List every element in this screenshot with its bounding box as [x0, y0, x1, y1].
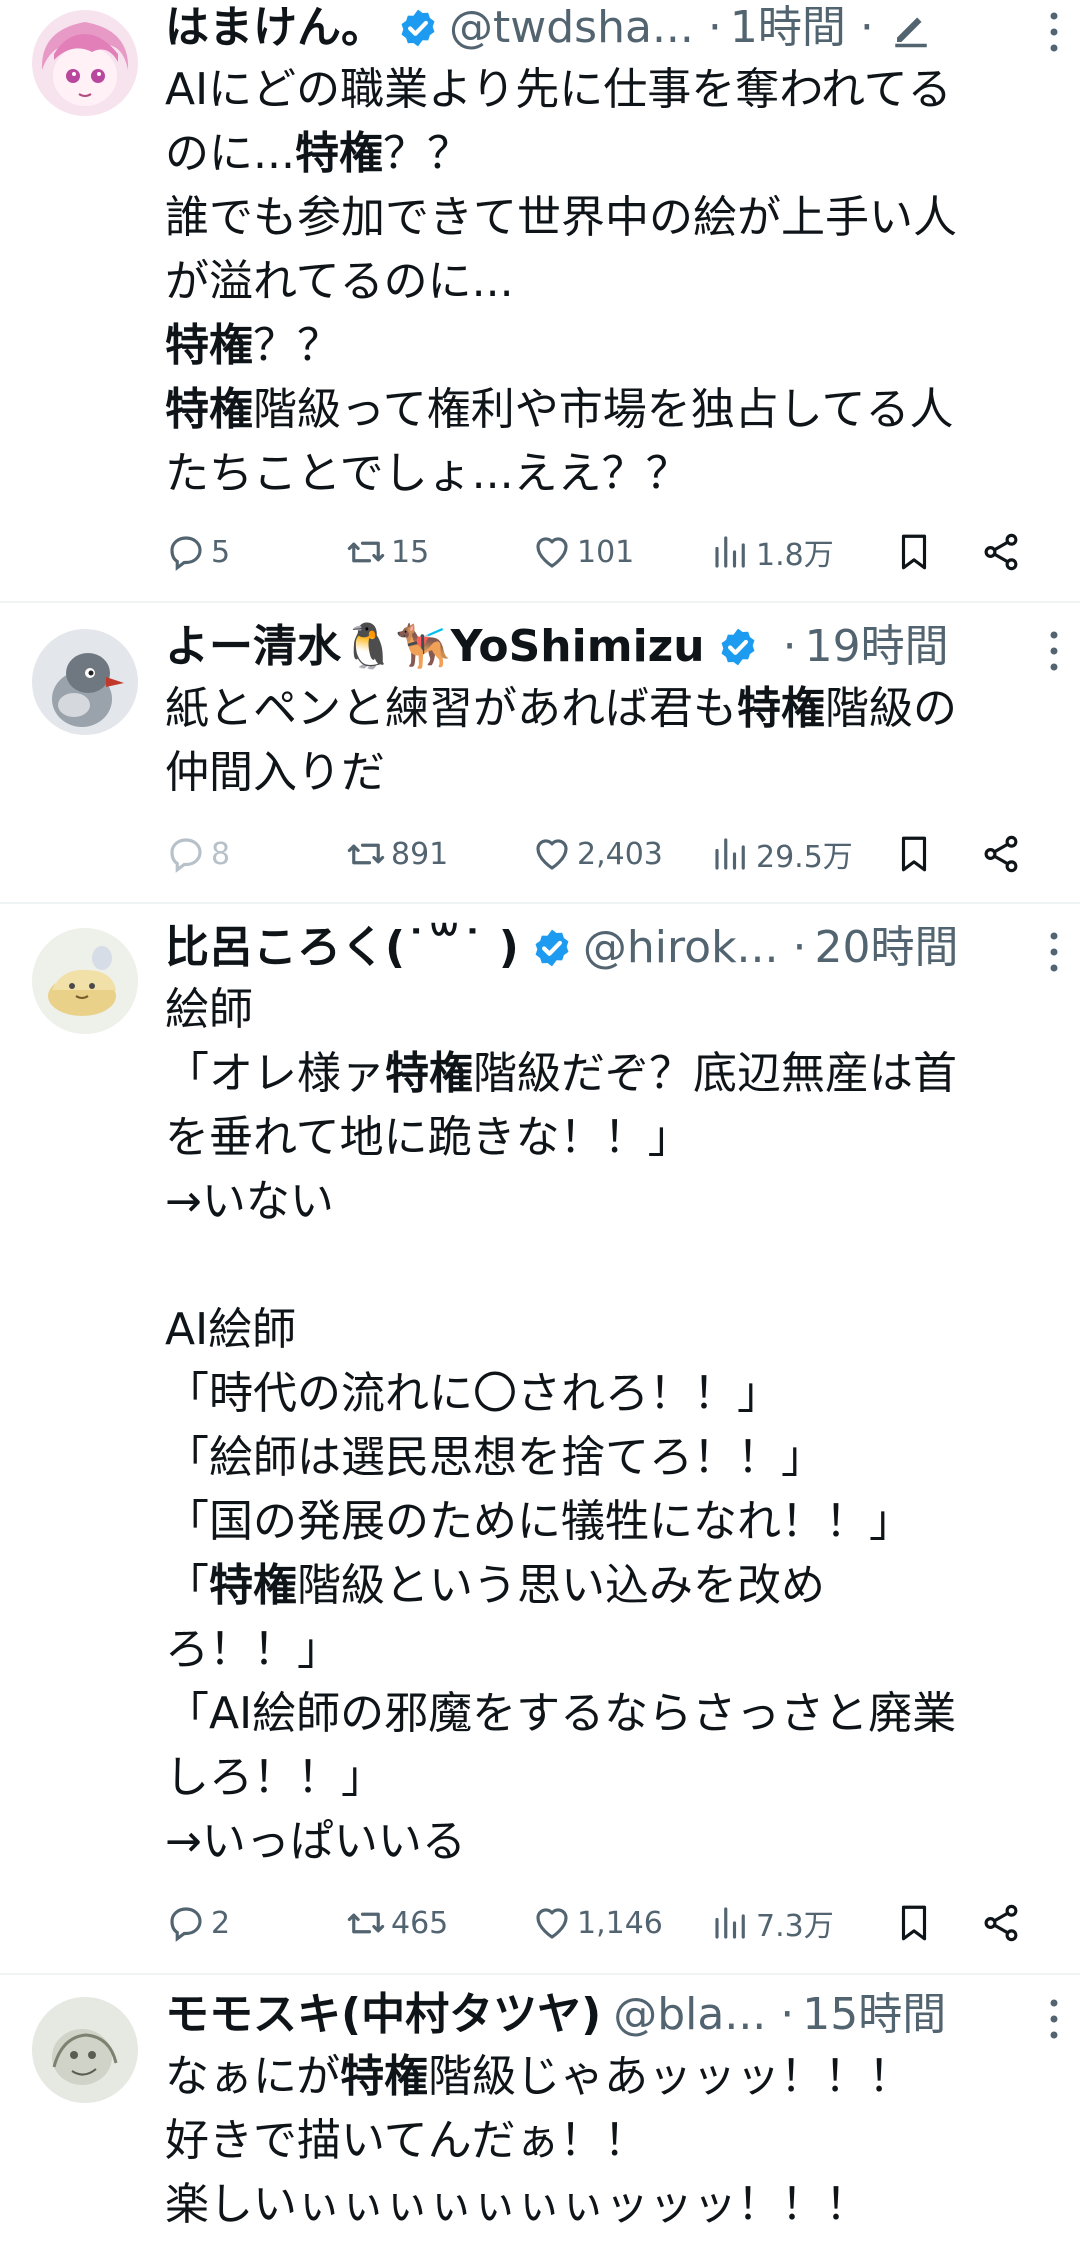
share-icon	[984, 533, 1018, 571]
separator-dot: ·	[780, 1989, 795, 2040]
retweet-icon	[347, 1912, 385, 1934]
views-button[interactable]: 29.5万	[710, 824, 853, 884]
heart-icon	[536, 1908, 568, 1939]
bookmark-button[interactable]	[893, 522, 935, 582]
tweet-text: 絵師 「オレ様ァ特権階級だぞ？底辺無産は首 を垂れて地に跪きな！！」 →いない …	[165, 984, 957, 1867]
timestamp[interactable]: 15時間	[802, 1987, 946, 2043]
retweet-count: 15	[391, 534, 430, 570]
like-button[interactable]: 101	[531, 522, 634, 582]
display-name[interactable]: 比呂ころく(˙꒳˙ )	[165, 920, 519, 976]
tweet-header: はまけん。 @twdsha... · 1時間 ·	[165, 0, 1054, 56]
avatar[interactable]	[32, 10, 138, 116]
view-count: 29.5万	[756, 840, 853, 875]
like-button[interactable]: 1,146	[531, 1893, 663, 1953]
bookmark-button[interactable]	[893, 1893, 935, 1953]
action-bar: 8 891 2,403 29.5万	[165, 824, 1035, 884]
timestamp[interactable]: 19時間	[805, 619, 949, 675]
action-bar: 5 15 101 1.8万	[165, 522, 1035, 582]
more-options-icon[interactable]	[1046, 930, 1062, 974]
tweet-text: 紙とペンと練習があれば君も特権階級の 仲間入りだ	[165, 683, 957, 798]
tweet[interactable]: モモスキ(中村タツヤ) @bla... · 15時間 なぁにが特権階級じゃあッッ…	[0, 1975, 1080, 2243]
retweet-icon	[347, 541, 385, 563]
view-count: 7.3万	[756, 1909, 834, 1944]
reply-icon	[170, 838, 202, 873]
view-count: 1.8万	[756, 538, 834, 573]
share-button[interactable]	[980, 1893, 1022, 1953]
bookmark-icon	[901, 1905, 927, 1941]
tweet-header: 比呂ころく(˙꒳˙ ) @hirok... · 20時間	[165, 920, 1054, 976]
reply-count: 8	[211, 836, 231, 872]
heart-icon	[536, 839, 568, 870]
tweet[interactable]: 比呂ころく(˙꒳˙ ) @hirok... · 20時間 絵師 「オレ様ァ特権階…	[0, 904, 1080, 1975]
more-options-icon[interactable]	[1046, 629, 1062, 673]
retweet-button[interactable]: 465	[345, 1893, 448, 1953]
reply-button[interactable]: 5	[165, 522, 230, 582]
separator-dot: ·	[792, 922, 807, 973]
retweet-button[interactable]: 15	[345, 522, 429, 582]
verified-badge-icon	[401, 9, 435, 47]
tweet-text: なぁにが特権階級じゃあッッッ！！！ 好きで描いてんだぁ！！ 楽しいぃぃぃぃぃぃぃ…	[165, 2051, 913, 2230]
timestamp[interactable]: 20時間	[815, 920, 959, 976]
reply-count: 2	[211, 1905, 231, 1941]
bookmark-button[interactable]	[893, 824, 935, 884]
heart-icon	[536, 537, 568, 568]
separator-dot: ·	[782, 621, 797, 672]
timestamp[interactable]: 1時間	[730, 0, 846, 56]
tweet-text: AIにどの職業より先に仕事を奪われてる のに...特権？？ 誰でも参加できて世界…	[165, 64, 957, 499]
views-chart-icon	[715, 1907, 745, 1939]
edited-pencil-icon[interactable]	[890, 7, 932, 49]
verified-badge-icon	[535, 929, 569, 967]
separator-dot: ·	[859, 2, 874, 53]
verified-badge-icon	[721, 628, 755, 666]
retweet-button[interactable]: 891	[345, 824, 448, 884]
like-count: 2,403	[577, 836, 663, 872]
avatar[interactable]	[32, 1997, 138, 2103]
handle[interactable]: @twdsha...	[449, 0, 694, 56]
share-button[interactable]	[980, 522, 1022, 582]
like-count: 101	[577, 534, 635, 570]
timeline: はまけん。 @twdsha... · 1時間 · AIにどの職業より先に仕事を奪…	[0, 0, 1080, 2243]
tweet[interactable]: よー清水🐧🐕‍🦺YoShimizu · 19時間 紙とペンと練習があれば君も特権…	[0, 603, 1080, 904]
share-icon	[984, 835, 1018, 873]
handle[interactable]: @hirok...	[583, 920, 779, 976]
bookmark-icon	[901, 534, 927, 570]
display-name[interactable]: よー清水🐧🐕‍🦺YoShimizu	[165, 619, 705, 675]
reply-icon	[170, 1907, 202, 1942]
display-name[interactable]: モモスキ(中村タツヤ)	[165, 1987, 601, 2043]
bookmark-icon	[901, 836, 927, 872]
reply-button[interactable]: 2	[165, 1893, 230, 1953]
retweet-count: 465	[391, 1905, 449, 1941]
views-chart-icon	[715, 838, 745, 870]
avatar[interactable]	[32, 629, 138, 735]
like-button[interactable]: 2,403	[531, 824, 663, 884]
action-bar: 2 465 1,146 7.3万	[165, 1893, 1035, 1953]
share-button[interactable]	[980, 824, 1022, 884]
tweet-header: よー清水🐧🐕‍🦺YoShimizu · 19時間	[165, 619, 1054, 675]
avatar[interactable]	[32, 928, 138, 1034]
handle[interactable]: @bla...	[613, 1987, 766, 2043]
separator-dot: ·	[707, 2, 722, 53]
reply-button[interactable]: 8	[165, 824, 230, 884]
views-chart-icon	[715, 536, 745, 568]
tweet[interactable]: はまけん。 @twdsha... · 1時間 · AIにどの職業より先に仕事を奪…	[0, 0, 1080, 603]
more-options-icon[interactable]	[1046, 10, 1062, 54]
tweet-header: モモスキ(中村タツヤ) @bla... · 15時間	[165, 1987, 1054, 2043]
reply-icon	[170, 536, 202, 571]
views-button[interactable]: 7.3万	[710, 1893, 834, 1953]
display-name[interactable]: はまけん。	[165, 0, 385, 56]
reply-count: 5	[211, 534, 231, 570]
like-count: 1,146	[577, 1905, 663, 1941]
share-icon	[984, 1904, 1018, 1942]
views-button[interactable]: 1.8万	[710, 522, 834, 582]
more-options-icon[interactable]	[1046, 1997, 1062, 2041]
retweet-icon	[347, 843, 385, 865]
retweet-count: 891	[391, 836, 449, 872]
